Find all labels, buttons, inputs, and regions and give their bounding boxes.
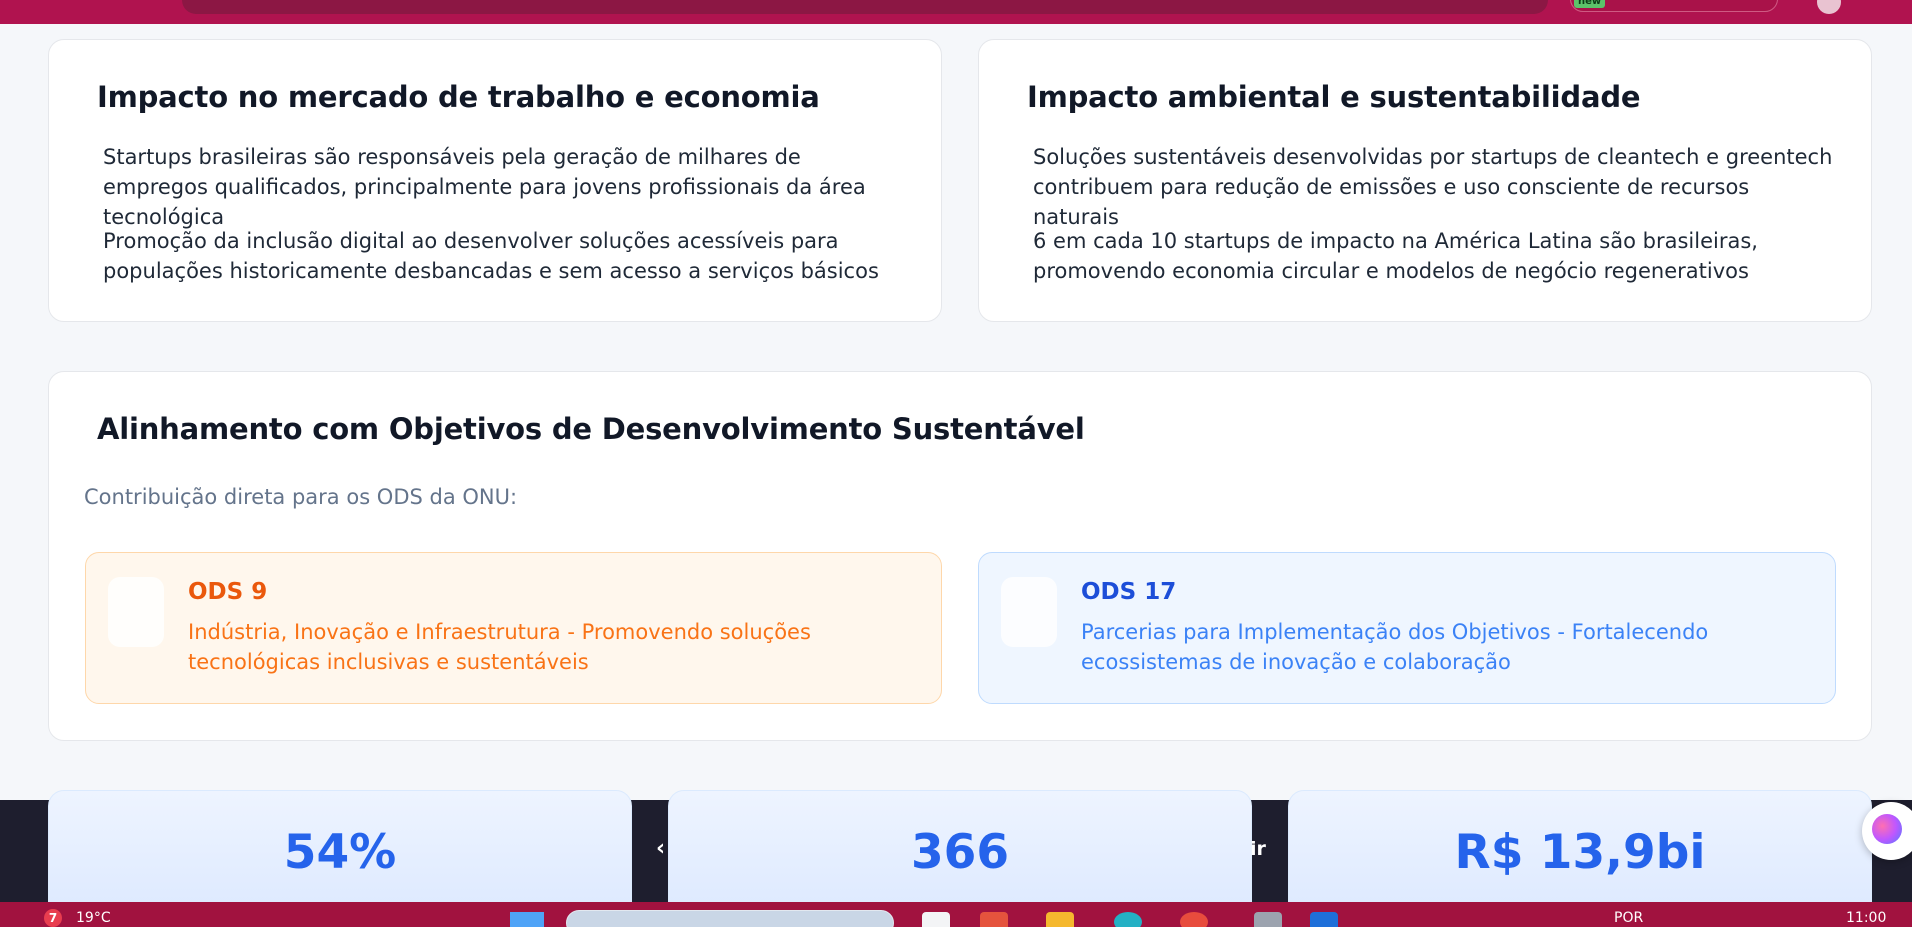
- stat-value: 366: [910, 825, 1010, 880]
- environment-card-title: Impacto ambiental e sustentabilidade: [1027, 80, 1641, 114]
- ods-section-title: Alinhamento com Objetivos de Desenvolvim…: [97, 412, 1085, 446]
- assistant-button[interactable]: [1862, 802, 1912, 860]
- windows-start-icon[interactable]: [510, 912, 544, 927]
- environment-impact-card: Impacto ambiental e sustentabilidade Sol…: [978, 39, 1872, 322]
- clock-time[interactable]: 11:00: [1846, 910, 1886, 926]
- new-badge: new: [1574, 0, 1606, 8]
- overlay-text-fragment: ir: [1250, 838, 1266, 860]
- ods-17-card: ODS 17 Parcerias para Implementação dos …: [978, 552, 1836, 704]
- address-bar[interactable]: [182, 0, 1548, 14]
- ods-9-title: ODS 9: [188, 579, 268, 605]
- notification-count-badge: 7: [44, 909, 62, 927]
- taskbar-app-icon[interactable]: [1180, 912, 1208, 927]
- economy-paragraph-1: Startups brasileiras são responsáveis pe…: [103, 145, 866, 229]
- taskbar-app-icon[interactable]: [1254, 912, 1282, 927]
- taskbar-app-icon[interactable]: [1310, 912, 1338, 927]
- carousel-prev-chevron-icon[interactable]: ‹: [656, 836, 665, 861]
- os-taskbar: 7 19°C POR 11:00: [0, 902, 1912, 927]
- browser-toolbar: new: [0, 0, 1912, 24]
- ods-section-subtitle: Contribuição direta para os ODS da ONU:: [84, 485, 518, 509]
- ods-9-description: Indústria, Inovação e Infraestrutura - P…: [188, 620, 811, 674]
- economy-card-title: Impacto no mercado de trabalho e economi…: [97, 80, 820, 114]
- ods-9-card: ODS 9 Indústria, Inovação e Infraestrutu…: [85, 552, 942, 704]
- ods-17-icon: [1001, 577, 1057, 647]
- environment-paragraph-1: Soluções sustentáveis desenvolvidas por …: [1033, 145, 1833, 229]
- stat-value: R$ 13,9bi: [1454, 825, 1706, 880]
- profile-avatar[interactable]: [1817, 0, 1841, 14]
- taskbar-search-input[interactable]: [566, 910, 894, 927]
- stat-value: 54%: [283, 825, 397, 880]
- economy-impact-card: Impacto no mercado de trabalho e economi…: [48, 39, 942, 322]
- taskbar-app-icon[interactable]: [922, 912, 950, 927]
- taskbar-app-icon[interactable]: [980, 912, 1008, 927]
- folder-icon[interactable]: [1046, 912, 1074, 927]
- ods-17-title: ODS 17: [1081, 579, 1177, 605]
- environment-paragraph-2: 6 em cada 10 startups de impacto na Amér…: [1033, 229, 1758, 283]
- taskbar-app-icon[interactable]: [1114, 912, 1142, 927]
- ods-17-description: Parcerias para Implementação dos Objetiv…: [1081, 620, 1709, 674]
- weather-temperature[interactable]: 19°C: [76, 910, 111, 926]
- ods-9-icon: [108, 577, 164, 647]
- keyboard-language[interactable]: POR: [1614, 910, 1643, 926]
- brain-icon: [1872, 814, 1902, 844]
- economy-paragraph-2: Promoção da inclusão digital ao desenvol…: [103, 229, 879, 283]
